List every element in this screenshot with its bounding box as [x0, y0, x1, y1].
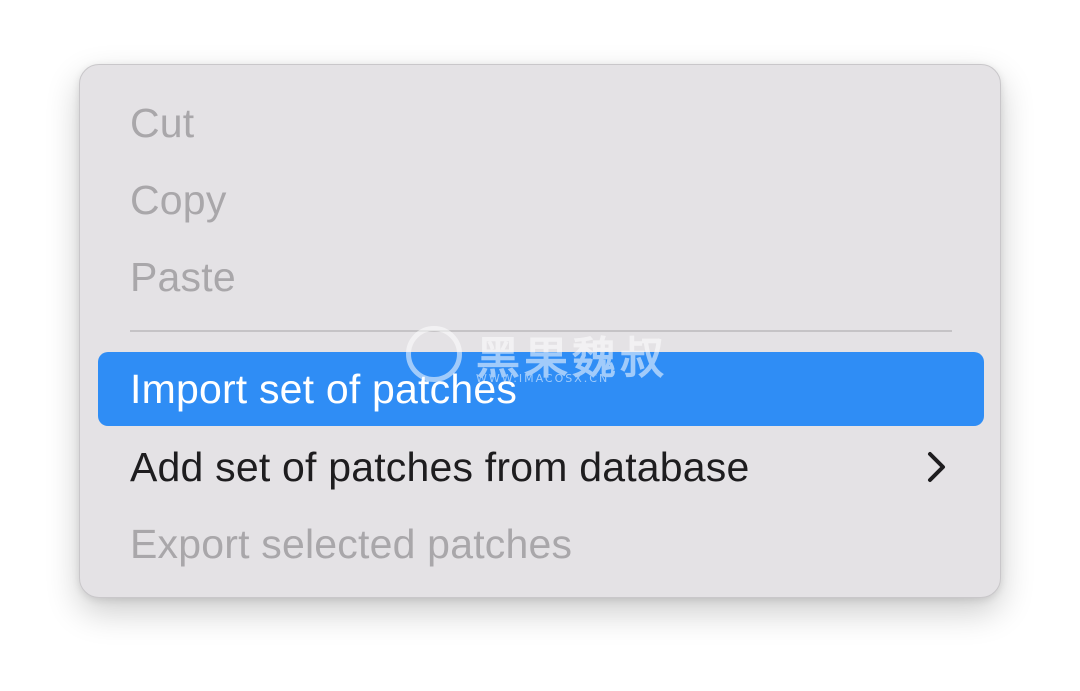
menu-item-paste: Paste: [98, 240, 984, 314]
menu-item-copy: Copy: [98, 163, 984, 237]
menu-item-add-set-from-database[interactable]: Add set of patches from database: [98, 430, 984, 504]
menu-item-cut: Cut: [98, 86, 984, 160]
menu-item-add-label: Add set of patches from database: [130, 443, 750, 490]
screenshot-stage: Cut Copy Paste Import set of patches Add…: [0, 0, 1080, 691]
menu-item-export-label: Export selected patches: [130, 520, 573, 567]
menu-item-import-set-of-patches[interactable]: Import set of patches: [98, 352, 984, 426]
menu-separator: [130, 330, 952, 332]
menu-item-import-label: Import set of patches: [130, 365, 518, 412]
menu-item-copy-label: Copy: [130, 176, 227, 223]
context-menu: Cut Copy Paste Import set of patches Add…: [79, 64, 1001, 598]
chevron-right-icon: [928, 452, 945, 482]
menu-item-paste-label: Paste: [130, 253, 236, 300]
menu-item-cut-label: Cut: [130, 99, 195, 146]
menu-item-export-selected-patches: Export selected patches: [98, 507, 984, 581]
